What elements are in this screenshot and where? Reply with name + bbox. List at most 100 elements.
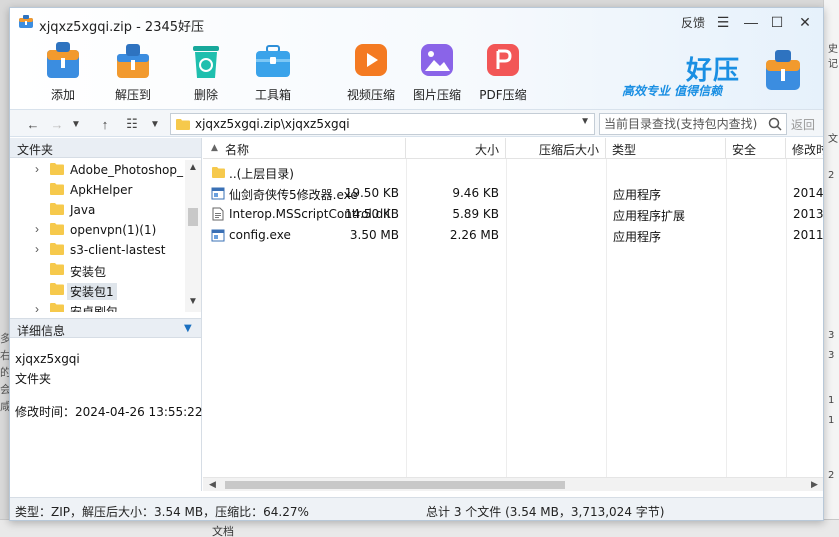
bg-right-frag: 3 [828, 350, 835, 361]
path-field[interactable]: xjqxz5xgqi.zip\xjqxz5xgqi ▼ [170, 113, 595, 135]
title-bar[interactable]: xjqxz5xgqi.zip - 2345好压 反馈 ☰ — ☐ ✕ [10, 8, 823, 36]
file-modified: 2011- [793, 228, 824, 242]
tree-item[interactable]: 安装包1 [10, 280, 185, 300]
chevron-right-icon[interactable]: › [35, 302, 39, 312]
add-button[interactable]: 添加 [33, 38, 93, 104]
add-label: 添加 [50, 88, 75, 102]
feedback-button[interactable]: 反馈 [678, 12, 708, 32]
chevron-right-icon[interactable]: › [35, 222, 39, 236]
bg-right-frag: 史记 [828, 44, 838, 70]
search-box[interactable] [599, 113, 787, 135]
pdf-compress-label: PDF压缩 [479, 88, 527, 102]
bg-bottom-frag: 文档 [212, 525, 234, 537]
back-arrow-icon[interactable]: ← [24, 114, 42, 134]
tree-item-label: 安卓刷包 [70, 305, 119, 312]
menu-icon[interactable]: ☰ [712, 12, 734, 32]
scroll-left-icon[interactable]: ◀ [209, 479, 216, 490]
folder-icon [50, 183, 64, 195]
folder-header-label: 文件夹 [17, 143, 54, 157]
status-archive-info: 类型：ZIP，解压后大小：3.54 MB，压缩比：64.27% [15, 505, 309, 519]
close-icon[interactable]: ✕ [794, 12, 816, 32]
toolbox-button[interactable]: 工具箱 [243, 38, 303, 104]
search-input[interactable] [604, 116, 764, 132]
column-packed[interactable]: 压缩后大小 [506, 138, 606, 159]
image-icon [421, 44, 453, 76]
column-type[interactable]: 类型 [606, 138, 726, 159]
minimize-icon[interactable]: — [740, 12, 762, 32]
up-arrow-icon[interactable]: ↑ [96, 114, 114, 134]
tree-item-label: Java [70, 203, 96, 217]
forward-arrow-icon[interactable]: → [48, 114, 66, 134]
file-size: 3.50 MB [349, 228, 399, 242]
tree-item[interactable]: › openvpn(1)(1) [10, 220, 185, 240]
tree-item[interactable]: › Adobe_Photoshop_ [10, 160, 185, 180]
extract-button[interactable]: 解压到 [103, 38, 163, 104]
scroll-thumb[interactable] [188, 208, 198, 226]
exe-file-icon [211, 229, 225, 242]
file-name: 仙剑奇侠传5修改器.exe [229, 188, 358, 202]
scroll-down-icon[interactable]: ▼ [188, 296, 198, 307]
folder-tree-header: 文件夹 [10, 138, 201, 158]
return-button[interactable]: 返回 [791, 116, 815, 133]
file-modified: 2013- [793, 207, 824, 221]
video-compress-label: 视频压缩 [346, 88, 395, 102]
tree-item-label: Adobe_Photoshop_ [70, 163, 184, 177]
haozip-logo-icon [19, 15, 33, 28]
tree-item-label: 安装包1 [67, 283, 117, 300]
file-size: 19.50 KB [344, 186, 399, 200]
scroll-up-icon[interactable]: ▲ [188, 162, 198, 173]
file-row[interactable]: 仙剑奇侠传5修改器.exe19.50 KB 9.46 KB 应用程序 2014- [203, 183, 823, 204]
delete-icon [193, 46, 219, 78]
tree-scrollbar[interactable]: ▲ ▼ [185, 160, 201, 312]
add-icon [47, 42, 79, 78]
folder-icon [50, 163, 64, 175]
image-compress-button[interactable]: 图片压缩 [407, 38, 467, 104]
detail-header[interactable]: 详细信息 ▼ [10, 318, 201, 338]
bg-right-frag: 文 [828, 134, 838, 145]
column-name-label: 名称 [225, 143, 250, 157]
tree-item[interactable]: › s3-client-lastest [10, 240, 185, 260]
delete-button[interactable]: 删除 [176, 38, 236, 104]
bg-right-frag: 1 [828, 395, 835, 406]
horizontal-scrollbar[interactable]: ◀ ▶ [203, 477, 823, 491]
view-mode-icon[interactable]: ☷ [123, 114, 141, 134]
history-dropdown-icon[interactable]: ▼ [67, 114, 85, 134]
file-row[interactable]: Interop.MSScriptControl.dll 14.50 KB 5.89 … [203, 204, 824, 225]
chevron-down-icon[interactable]: ▼ [184, 323, 192, 334]
status-total: 总计 3 个文件 (3.54 MB，3,713,024 字节) [426, 505, 665, 519]
top-area: xjqxz5xgqi.zip - 2345好压 反馈 ☰ — ☐ ✕ 添加 解压… [10, 8, 823, 109]
detail-name: xjqxz5xgqi [15, 352, 80, 366]
video-compress-button[interactable]: 视频压缩 [341, 38, 401, 104]
file-size: 14.50 KB [344, 207, 399, 221]
tree-item[interactable]: 安装包 [10, 260, 185, 280]
scroll-right-icon[interactable]: ▶ [811, 479, 818, 490]
extract-icon [117, 44, 149, 78]
maximize-icon[interactable]: ☐ [766, 12, 788, 32]
folder-icon [50, 223, 64, 235]
tree-item[interactable]: ApkHelper [10, 180, 185, 200]
file-row[interactable]: ..(上层目录) [203, 162, 823, 183]
chevron-right-icon[interactable]: › [35, 162, 39, 176]
tree-item[interactable]: Java [10, 200, 185, 220]
view-dropdown-icon[interactable]: ▼ [146, 114, 164, 134]
pdf-compress-button[interactable]: PDF压缩 [473, 38, 533, 104]
column-security[interactable]: 安全 [726, 138, 786, 159]
address-bar: ← → ▼ ↑ ☷ ▼ xjqxz5xgqi.zip\xjqxz5xgqi ▼ … [10, 109, 823, 137]
path-dropdown-icon[interactable]: ▼ [580, 116, 590, 127]
toolbox-label: 工具箱 [254, 88, 291, 102]
search-icon[interactable] [768, 117, 782, 131]
column-modified-label: 修改时 [792, 143, 823, 157]
scroll-thumb[interactable] [225, 481, 565, 489]
status-bar: 类型：ZIP，解压后大小：3.54 MB，压缩比：64.27% 总计 3 个文件… [10, 497, 823, 520]
left-panel: 文件夹 › Adobe_Photoshop_ ApkHelper Java › openv… [10, 138, 202, 491]
column-name[interactable]: ▲ 名称 [203, 138, 406, 159]
folder-icon [50, 303, 64, 312]
column-size[interactable]: 大小 [406, 138, 506, 159]
file-row[interactable]: config.exe 3.50 MB 2.26 MB 应用程序 2011- [203, 225, 824, 246]
detail-header-label: 详细信息 [17, 324, 66, 338]
tree-item[interactable]: › 安卓刷包 [10, 300, 185, 312]
chevron-right-icon[interactable]: › [35, 242, 39, 256]
folder-icon [50, 203, 64, 215]
column-modified[interactable]: 修改时 [786, 138, 823, 159]
column-size-label: 大小 [474, 143, 499, 157]
